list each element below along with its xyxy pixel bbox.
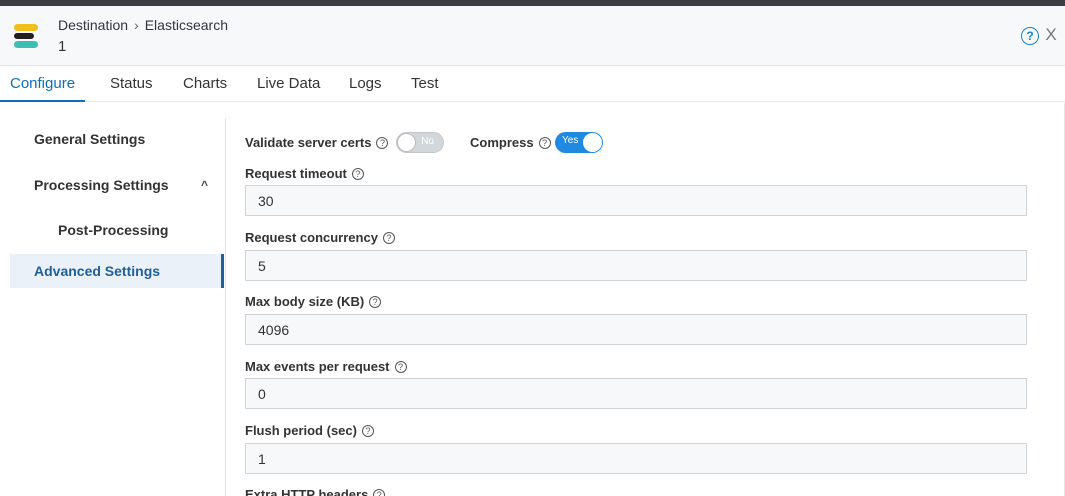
request-timeout-label: Request timeout ? <box>245 166 364 181</box>
tab-live-data[interactable]: Live Data <box>257 66 320 102</box>
settings-sidebar: General Settings Processing Settings ^ P… <box>0 103 225 496</box>
validate-certs-text: Validate server certs <box>245 135 372 150</box>
sidebar-item-label: Processing Settings <box>34 177 169 193</box>
toggle-state-text: No <box>421 136 434 147</box>
compress-label: Compress ? <box>470 135 551 150</box>
tab-bar: Configure Status Charts Live Data Logs T… <box>0 66 1065 102</box>
max-body-size-text: Max body size (KB) <box>245 294 365 309</box>
toggle-knob <box>397 133 416 152</box>
toggle-state-text: Yes <box>562 135 579 146</box>
tab-status[interactable]: Status <box>110 66 153 102</box>
help-circle-icon[interactable]: ? <box>376 136 389 149</box>
help-circle-icon[interactable]: ? <box>382 231 395 244</box>
max-events-label: Max events per request ? <box>245 359 407 374</box>
validate-certs-label: Validate server certs ? <box>245 135 389 150</box>
chevron-up-icon[interactable]: ^ <box>201 178 208 192</box>
max-body-size-label: Max body size (KB) ? <box>245 294 382 309</box>
tab-logs[interactable]: Logs <box>349 66 382 102</box>
max-body-size-input[interactable]: 4096 <box>245 314 1027 345</box>
breadcrumb-elasticsearch: Elasticsearch <box>144 17 228 33</box>
breadcrumb-separator: › <box>134 17 139 33</box>
sidebar-item-general-settings[interactable]: General Settings <box>10 131 224 147</box>
request-timeout-text: Request timeout <box>245 166 347 181</box>
request-concurrency-label: Request concurrency ? <box>245 230 395 245</box>
page-header: Destination › Elasticsearch 1 ? X <box>0 6 1065 66</box>
breadcrumb: Destination › Elasticsearch <box>58 17 228 33</box>
elasticsearch-logo-icon <box>14 24 38 48</box>
sidebar-divider <box>225 118 226 496</box>
close-icon[interactable]: X <box>1042 25 1060 45</box>
tab-test[interactable]: Test <box>411 66 439 102</box>
advanced-settings-form: Validate server certs ? No Compress ? Ye… <box>245 103 1027 496</box>
compress-text: Compress <box>470 135 534 150</box>
help-circle-icon[interactable]: ? <box>538 136 551 149</box>
breadcrumb-destination[interactable]: Destination <box>58 17 128 33</box>
extra-headers-text: Extra HTTP headers <box>245 487 369 496</box>
flush-period-input[interactable]: 1 <box>245 443 1027 474</box>
request-concurrency-input[interactable]: 5 <box>245 250 1027 281</box>
help-circle-icon[interactable]: ? <box>361 424 374 437</box>
extra-headers-label: Extra HTTP headers ? <box>245 487 386 496</box>
compress-toggle[interactable]: Yes <box>555 132 603 153</box>
help-circle-icon[interactable]: ? <box>351 167 364 180</box>
help-circle-icon[interactable]: ? <box>394 360 407 373</box>
help-circle-icon[interactable]: ? <box>373 488 386 496</box>
page-subtitle: 1 <box>58 38 67 55</box>
request-concurrency-text: Request concurrency <box>245 230 378 245</box>
validate-certs-toggle[interactable]: No <box>396 132 444 153</box>
sidebar-item-advanced-settings[interactable]: Advanced Settings <box>10 254 224 288</box>
flush-period-label: Flush period (sec) ? <box>245 423 374 438</box>
sidebar-item-post-processing[interactable]: Post-Processing <box>34 222 224 238</box>
tab-configure[interactable]: Configure <box>0 66 86 102</box>
request-timeout-input[interactable]: 30 <box>245 185 1027 216</box>
help-circle-icon[interactable]: ? <box>369 295 382 308</box>
flush-period-text: Flush period (sec) <box>245 423 357 438</box>
toggle-knob <box>583 133 602 152</box>
help-icon[interactable]: ? <box>1021 27 1039 45</box>
max-events-text: Max events per request <box>245 359 390 374</box>
tab-charts[interactable]: Charts <box>183 66 227 102</box>
max-events-input[interactable]: 0 <box>245 378 1027 409</box>
sidebar-item-processing-settings[interactable]: Processing Settings ^ <box>10 177 224 193</box>
